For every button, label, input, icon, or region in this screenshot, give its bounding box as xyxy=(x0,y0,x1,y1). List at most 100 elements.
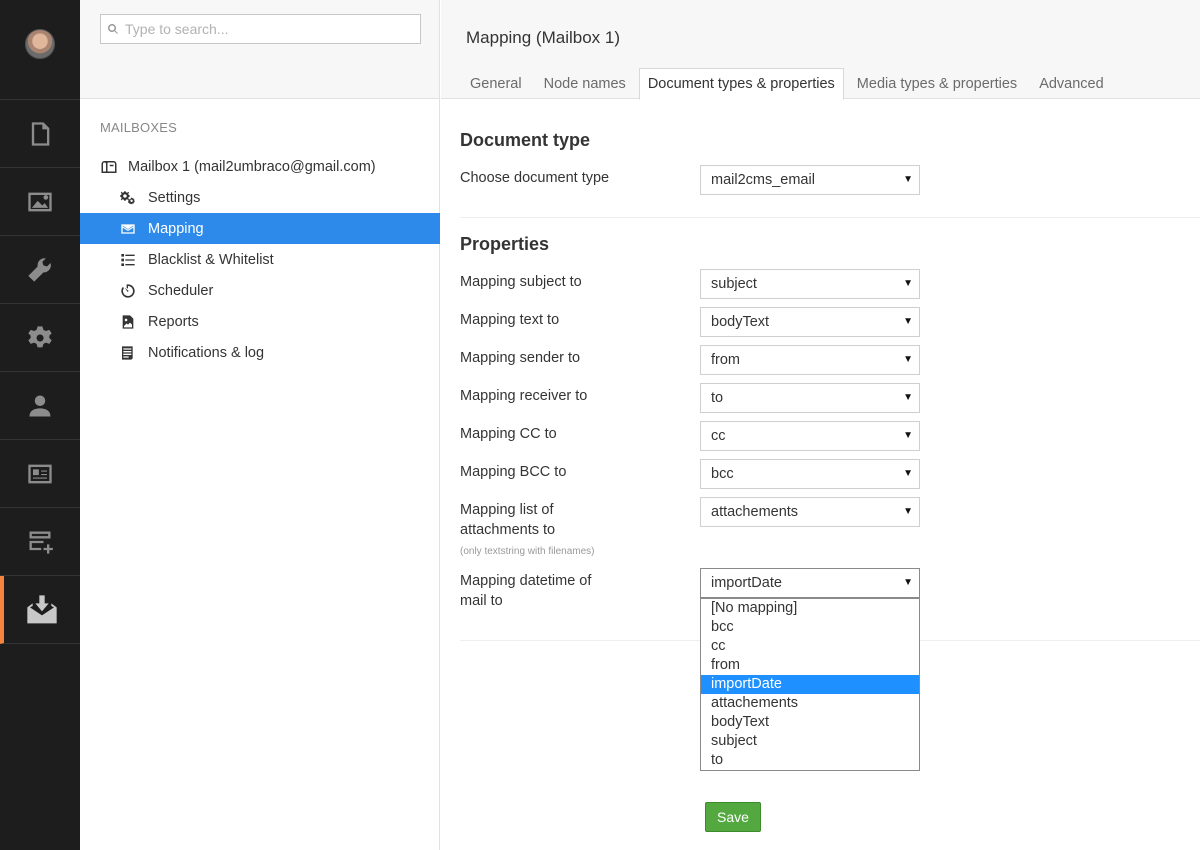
caret-down-icon: ▼ xyxy=(903,468,913,479)
tree-items: Settings Mapping Blacklist & Whitelist S… xyxy=(80,182,440,368)
property-label: Mapping list of attachments to xyxy=(460,502,556,538)
dropdown-option[interactable]: [No mapping] xyxy=(701,599,919,618)
caret-down-icon: ▼ xyxy=(903,174,913,185)
tree-panel: MAILBOXES Mailbox 1 (mail2umbraco@gmail.… xyxy=(80,0,440,850)
tab-bar: General Node names Document types & prop… xyxy=(461,68,1117,100)
property-label: Mapping CC to xyxy=(460,426,557,442)
section-settings[interactable] xyxy=(0,236,80,304)
select-value: importDate xyxy=(711,575,782,591)
property-label: Mapping datetime of mail to xyxy=(460,573,592,609)
property-label: Mapping BCC to xyxy=(460,464,567,480)
tree-root-mailbox[interactable]: Mailbox 1 (mail2umbraco@gmail.com) xyxy=(100,156,376,178)
section-mail2cms[interactable] xyxy=(0,576,80,644)
avatar-area xyxy=(0,0,80,100)
tab-node-names[interactable]: Node names xyxy=(535,68,635,99)
receiver-mapping-select[interactable]: to ▼ xyxy=(700,383,920,413)
id-card-icon xyxy=(28,464,52,483)
mailbox-icon xyxy=(101,161,117,173)
caret-down-icon: ▼ xyxy=(903,392,913,403)
text-mapping-select[interactable]: bodyText ▼ xyxy=(700,307,920,337)
datetime-mapping-select[interactable]: importDate ▼ xyxy=(700,568,920,598)
caret-down-icon: ▼ xyxy=(903,354,913,365)
divider xyxy=(460,217,1200,218)
dropdown-option[interactable]: subject xyxy=(701,732,919,751)
dropdown-option-highlighted[interactable]: importDate xyxy=(701,675,919,694)
select-value: attachements xyxy=(711,504,799,520)
tree-item-label: Mapping xyxy=(148,220,204,237)
document-type-select[interactable]: mail2cms_email ▼ xyxy=(700,165,920,195)
attachments-mapping-select[interactable]: attachements ▼ xyxy=(700,497,920,527)
tree-root-label: Mailbox 1 (mail2umbraco@gmail.com) xyxy=(128,159,376,175)
tab-advanced[interactable]: Advanced xyxy=(1030,68,1113,99)
caret-down-icon: ▼ xyxy=(903,577,913,588)
select-value: to xyxy=(711,390,724,406)
search-icon xyxy=(107,23,118,34)
search-box[interactable] xyxy=(100,14,421,44)
tree-item-blacklist-whitelist[interactable]: Blacklist & Whitelist xyxy=(80,244,440,275)
property-label: Mapping receiver to xyxy=(460,388,588,404)
tree-item-settings[interactable]: Settings xyxy=(80,182,440,213)
tree-item-label: Settings xyxy=(148,189,201,206)
caret-down-icon: ▼ xyxy=(903,506,913,517)
select-value: bodyText xyxy=(711,314,770,330)
mail-download-icon xyxy=(27,594,57,623)
save-button[interactable]: Save xyxy=(705,802,761,832)
property-label: Mapping text to xyxy=(460,312,560,328)
section-media[interactable] xyxy=(0,168,80,236)
cc-mapping-select[interactable]: cc ▼ xyxy=(700,421,920,451)
section-forms[interactable] xyxy=(0,508,80,576)
editor-panel: Mapping (Mailbox 1) General Node names D… xyxy=(441,0,1200,850)
user-icon xyxy=(29,395,51,416)
tree-item-label: Blacklist & Whitelist xyxy=(148,251,274,268)
image-icon xyxy=(28,192,52,211)
tree-item-notifications-log[interactable]: Notifications & log xyxy=(80,337,440,368)
dropdown-option[interactable]: bodyText xyxy=(701,713,919,732)
section-members[interactable] xyxy=(0,440,80,508)
tab-media-types[interactable]: Media types & properties xyxy=(848,68,1026,99)
property-label: Mapping subject to xyxy=(460,274,582,290)
search-area xyxy=(80,0,439,99)
search-input[interactable] xyxy=(125,21,405,37)
dropdown-option[interactable]: attachements xyxy=(701,694,919,713)
property-note: (only textstring with filenames) xyxy=(460,546,595,557)
wrench-icon xyxy=(28,257,51,282)
select-value: bcc xyxy=(711,466,734,482)
sender-mapping-select[interactable]: from ▼ xyxy=(700,345,920,375)
envelope-icon xyxy=(121,223,135,234)
settings-icon xyxy=(120,190,135,204)
avatar[interactable] xyxy=(25,29,55,59)
section-content[interactable] xyxy=(0,100,80,168)
properties-heading: Properties xyxy=(460,234,550,254)
tree-section-title: MAILBOXES xyxy=(100,120,177,135)
document-type-heading: Document type xyxy=(460,130,591,150)
tree-item-label: Scheduler xyxy=(148,282,214,299)
section-developer[interactable] xyxy=(0,304,80,372)
tab-document-types[interactable]: Document types & properties xyxy=(638,68,844,100)
timer-icon xyxy=(121,283,135,298)
list-icon xyxy=(121,253,135,266)
server-add-icon xyxy=(29,531,53,554)
bcc-mapping-select[interactable]: bcc ▼ xyxy=(700,459,920,489)
sections-bar xyxy=(0,0,80,850)
gear-icon xyxy=(28,325,52,347)
subject-mapping-select[interactable]: subject ▼ xyxy=(700,269,920,299)
select-value: from xyxy=(711,352,740,368)
tab-general[interactable]: General xyxy=(461,68,531,99)
section-users[interactable] xyxy=(0,372,80,440)
tree-item-mapping[interactable]: Mapping xyxy=(80,213,440,244)
tree-item-reports[interactable]: Reports xyxy=(80,306,440,337)
datetime-dropdown-list: [No mapping] bcc cc from importDate atta… xyxy=(700,598,920,771)
caret-down-icon: ▼ xyxy=(903,430,913,441)
dropdown-option[interactable]: to xyxy=(701,751,919,770)
page-title: Mapping (Mailbox 1) xyxy=(466,28,621,47)
select-value: mail2cms_email xyxy=(711,172,815,188)
select-value: cc xyxy=(711,428,726,444)
tree-item-scheduler[interactable]: Scheduler xyxy=(80,275,440,306)
dropdown-option[interactable]: bcc xyxy=(701,618,919,637)
tree-item-label: Notifications & log xyxy=(148,344,265,361)
attachments-label-group: Mapping list of attachments to (only tex… xyxy=(460,500,610,562)
chart-document-icon xyxy=(122,314,134,329)
caret-down-icon: ▼ xyxy=(903,316,913,327)
dropdown-option[interactable]: cc xyxy=(701,637,919,656)
dropdown-option[interactable]: from xyxy=(701,656,919,675)
